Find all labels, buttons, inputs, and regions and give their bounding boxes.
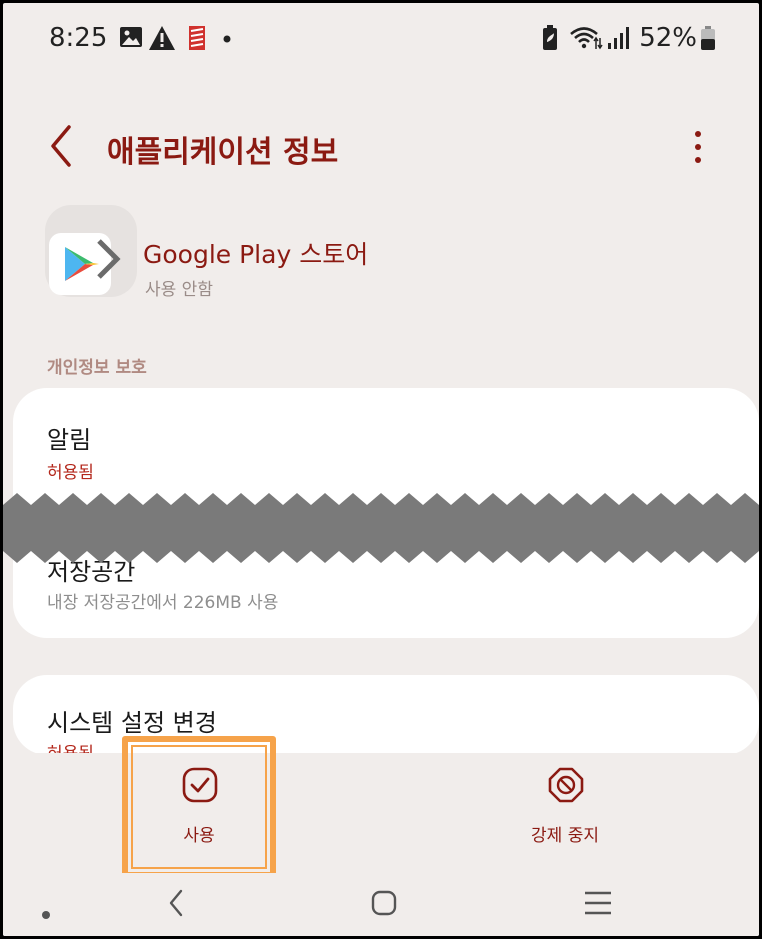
app-name: Google Play 스토어 [143,240,369,269]
item-subtitle: 허용됨 [47,463,94,483]
nav-home-icon [371,890,397,916]
disabled-arrow-overlay [97,239,121,279]
nav-recents-icon [585,891,611,915]
page-title: 애플리케이션 정보 [107,135,339,170]
battery-icon [701,26,715,50]
force-stop-label: 강제 중지 [531,826,599,846]
force-stop-button[interactable]: 강제 중지 [485,753,645,863]
phone-screen: 8:25 52% 애플리케이션 정보 Google Play 스토어 사용 안함… [3,3,759,936]
chevron-left-icon [51,125,71,167]
battery-percent: 52% [639,23,697,53]
nav-recents-button[interactable] [581,885,615,921]
app-icon-container [45,205,137,297]
signal-icon [608,27,629,49]
back-button[interactable] [43,121,83,171]
bottom-action-bar: 사용 강제 중지 [3,753,759,873]
app-status: 사용 안함 [145,280,213,300]
image-icon [120,27,142,47]
wifi-icon [570,27,603,50]
nav-back-button[interactable] [161,885,191,921]
app-notification-icon [189,26,205,50]
torn-edge-divider [3,493,759,563]
navigation-bar [3,873,759,936]
section-label-privacy: 개인정보 보호 [47,358,147,378]
nav-home-button[interactable] [369,885,399,921]
item-title: 알림 [47,426,92,454]
warning-icon [149,26,175,50]
nav-back-icon [169,889,183,917]
status-bar: 8:25 52% [3,3,759,73]
battery-saver-icon [543,25,557,50]
more-options-button[interactable] [683,123,713,173]
list-item-notifications[interactable]: 알림 허용됨 [13,388,759,488]
item-title: 시스템 설정 변경 [47,709,217,737]
item-subtitle: 내장 저장공간에서 226MB 사용 [47,593,279,613]
dot-icon [223,35,231,43]
highlight-box [122,736,276,878]
stop-icon [548,767,584,803]
nav-dot-icon [42,911,50,919]
status-time: 8:25 [49,23,108,53]
